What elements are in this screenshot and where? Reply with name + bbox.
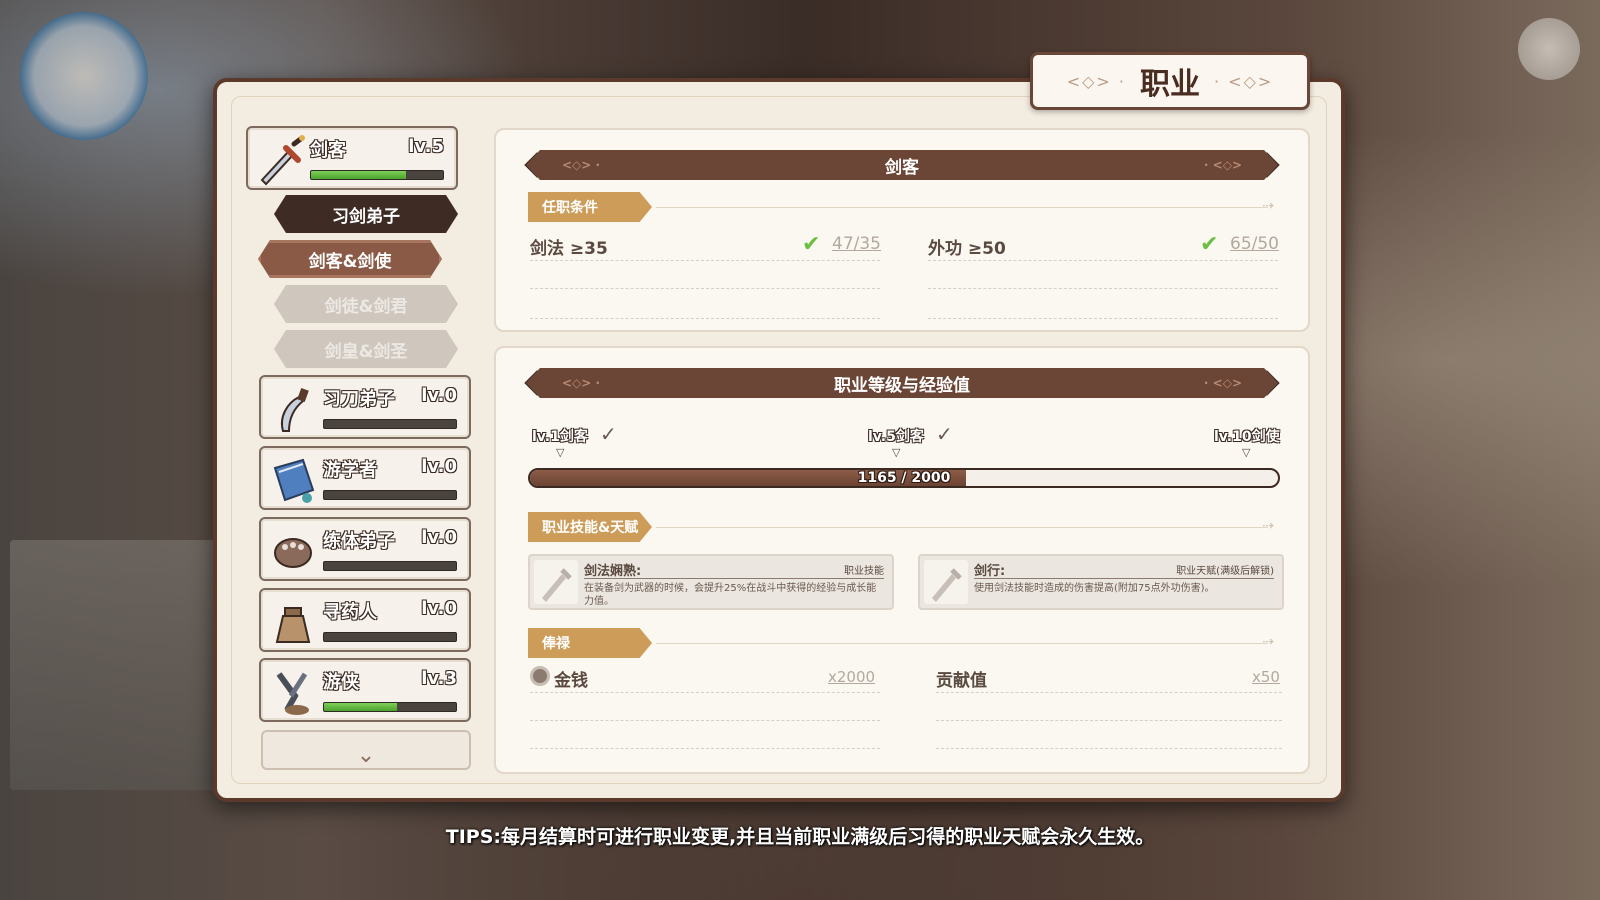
class-name: 剑客 bbox=[310, 140, 346, 161]
skills-tag: 职业技能&天赋 bbox=[528, 512, 652, 542]
class-card-swordsman[interactable]: 剑客 lv.5 bbox=[246, 126, 458, 190]
panel-title-tab: <◇> · 职业 · <◇> bbox=[1030, 52, 1310, 110]
background-list-blurred bbox=[10, 540, 240, 790]
class-level: lv.0 bbox=[421, 598, 457, 619]
salary-value: x2000 bbox=[828, 668, 876, 686]
herb-bag-icon bbox=[275, 607, 311, 643]
scroll-down-button[interactable]: ⌄ bbox=[261, 730, 471, 770]
salary-label: 金钱 bbox=[554, 671, 588, 691]
arrow-end-icon: ⇢ bbox=[1262, 198, 1274, 214]
experience-section: <◇> · 职业等级与经验值 · <◇> lv.1剑客 ✓ ▽ lv.5剑客 ✓… bbox=[494, 346, 1310, 774]
book-icon bbox=[273, 458, 315, 503]
class-name: 习刀弟子 bbox=[323, 389, 395, 410]
ornament-icon: · <◇> bbox=[1203, 158, 1242, 172]
skill-name: 剑法娴熟: bbox=[584, 564, 642, 579]
talent-type: 职业天赋(满级后解锁) bbox=[1176, 566, 1274, 577]
requirement-value: 65/50 bbox=[1230, 234, 1279, 254]
subpath-button-sword-lord[interactable]: 剑徒&剑君 bbox=[274, 285, 458, 323]
class-card-herbalist[interactable]: 寻药人 lv.0 bbox=[259, 588, 471, 652]
player-avatar-blurred bbox=[20, 12, 148, 140]
class-name: 游侠 bbox=[323, 672, 359, 693]
class-name: 游学者 bbox=[323, 460, 377, 481]
class-progress-bar bbox=[310, 170, 444, 180]
subpath-button-apprentice[interactable]: 习剑弟子 bbox=[274, 195, 458, 233]
experience-header: <◇> · 职业等级与经验值 · <◇> bbox=[526, 368, 1278, 398]
class-card-scholar[interactable]: 游学者 lv.0 bbox=[259, 446, 471, 510]
panel-title: 职业 bbox=[1140, 67, 1200, 102]
check-icon: ✔ bbox=[1200, 232, 1219, 257]
requirement-label: 剑法 ≥35 bbox=[530, 239, 608, 259]
requirements-section: <◇> · 剑客 · <◇> 任职条件 ⇢ 剑法 ≥35 ✔ 47/35 外功 … bbox=[494, 128, 1310, 332]
ornament-icon: <◇> · bbox=[1066, 71, 1126, 91]
class-level: lv.3 bbox=[421, 668, 457, 689]
salary-label: 贡献值 bbox=[936, 671, 987, 691]
menu-orb-blurred bbox=[1518, 18, 1580, 80]
chevron-down-icon: ⌄ bbox=[356, 743, 376, 768]
class-progress-bar bbox=[323, 490, 457, 500]
skill-type: 职业技能 bbox=[844, 566, 884, 577]
tips-text: TIPS:每月结算时可进行职业变更,并且当前职业满级后习得的职业天赋会永久生效。 bbox=[445, 826, 1155, 848]
milestone-label: lv.10剑使 bbox=[1214, 429, 1280, 445]
requirements-tag: 任职条件 bbox=[528, 192, 652, 222]
class-progress-bar bbox=[323, 561, 457, 571]
skill-card[interactable]: 剑法娴熟: 职业技能 在装备剑为武器的时候，会提升25%在战斗中获得的经验与成长… bbox=[528, 554, 894, 610]
ornament-icon: · <◇> bbox=[1203, 376, 1242, 390]
check-icon: ✔ bbox=[802, 232, 821, 257]
class-level: lv.0 bbox=[421, 527, 457, 548]
requirements-header: <◇> · 剑客 · <◇> bbox=[526, 150, 1278, 180]
talent-card[interactable]: 剑行: 职业天赋(满级后解锁) 使用剑法技能时造成的伤害提高(附加75点外功伤害… bbox=[918, 554, 1284, 610]
talent-name: 剑行: bbox=[974, 564, 1006, 579]
subpath-button-swordsman[interactable]: 剑客&剑使 bbox=[258, 240, 442, 278]
requirement-value: 47/35 bbox=[832, 234, 881, 254]
skill-description: 在装备剑为武器的时候，会提升25%在战斗中获得的经验与成长能力值。 bbox=[584, 583, 877, 607]
class-card-saber-apprentice[interactable]: 习刀弟子 lv.0 bbox=[259, 375, 471, 439]
class-progress-bar bbox=[323, 632, 457, 642]
check-icon: ✓ bbox=[936, 422, 953, 446]
salary-tag: 俸禄 bbox=[528, 628, 652, 658]
class-card-body-trainee[interactable]: 练体弟子 lv.0 bbox=[259, 517, 471, 581]
sword-icon bbox=[260, 135, 305, 186]
coin-icon bbox=[530, 666, 550, 686]
milestone-label: lv.1剑客 bbox=[532, 429, 588, 445]
class-progress-bar bbox=[323, 702, 457, 712]
saber-icon bbox=[281, 387, 309, 432]
class-name: 练体弟子 bbox=[323, 531, 395, 552]
ornament-icon: <◇> · bbox=[562, 158, 601, 172]
milestone-label: lv.5剑客 bbox=[868, 429, 924, 445]
marker-icon: ▽ bbox=[556, 446, 565, 459]
marker-icon: ▽ bbox=[892, 446, 901, 459]
experience-text: 1165 / 2000 bbox=[857, 470, 951, 486]
class-progress-bar bbox=[323, 419, 457, 429]
requirement-label: 外功 ≥50 bbox=[928, 239, 1006, 259]
class-name: 寻药人 bbox=[323, 602, 377, 623]
class-card-ranger[interactable]: 游侠 lv.3 bbox=[259, 658, 471, 722]
salary-value: x50 bbox=[1252, 668, 1280, 686]
class-level: lv.0 bbox=[421, 385, 457, 406]
sword-talent-icon bbox=[924, 560, 968, 604]
arrow-end-icon: ⇢ bbox=[1262, 634, 1274, 650]
requirements-title: 剑客 bbox=[885, 157, 919, 178]
sword-skill-icon bbox=[534, 560, 578, 604]
ornament-icon: <◇> · bbox=[562, 376, 601, 390]
class-level: lv.5 bbox=[408, 136, 444, 157]
ranger-icon bbox=[276, 672, 309, 715]
marker-icon: ▽ bbox=[1242, 446, 1251, 459]
talent-description: 使用剑法技能时造成的伤害提高(附加75点外功伤害)。 bbox=[974, 583, 1215, 594]
ornament-icon: · <◇> bbox=[1214, 71, 1274, 91]
check-icon: ✓ bbox=[600, 422, 617, 446]
experience-title: 职业等级与经验值 bbox=[834, 375, 970, 396]
class-level: lv.0 bbox=[421, 456, 457, 477]
gauntlet-icon bbox=[274, 538, 312, 568]
subpath-button-sword-saint[interactable]: 剑皇&剑圣 bbox=[274, 330, 458, 368]
arrow-end-icon: ⇢ bbox=[1262, 518, 1274, 534]
